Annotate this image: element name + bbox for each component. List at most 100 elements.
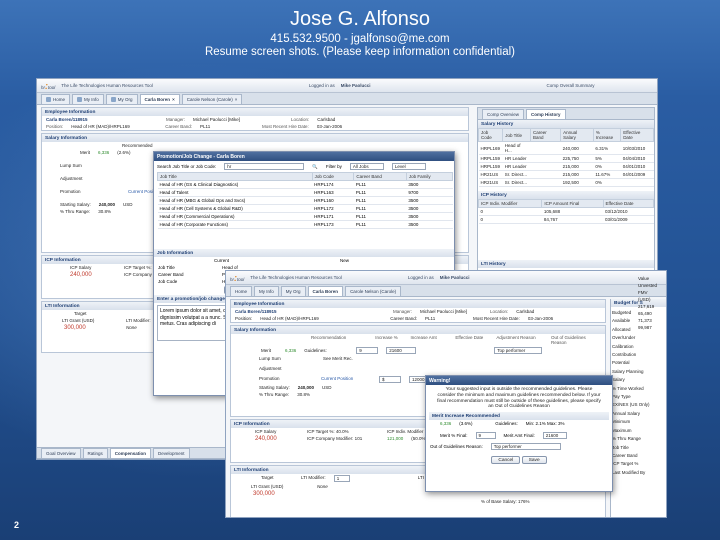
side-panel-item: Minimum (612, 419, 631, 425)
column-header[interactable]: % Increase (592, 128, 622, 142)
position-label: Position: (235, 316, 253, 321)
job-result-row[interactable]: Head of HR (MBG & Global Ops and Svcs) HR… (157, 196, 453, 205)
job-result-row[interactable]: Head of Talent HRPL163 PL11 9700 (157, 188, 453, 197)
employee-name-id: Carla Boren/118915 (46, 117, 88, 122)
table-cell: PL11 (353, 220, 407, 229)
tab-carole-nelson[interactable]: Carole Nelson (Carole) (345, 286, 402, 296)
manager-value: Michael Paolucci [Mike] (193, 117, 241, 122)
icp-history-row[interactable]: 0 105,688 03/12/2010 (478, 207, 654, 216)
column-header[interactable]: Effective Date (620, 128, 654, 142)
merit-final-input[interactable]: 9 (475, 432, 496, 440)
table-cell: HR21US (478, 178, 503, 187)
warning-message: Your suggested input is outside the reco… (437, 387, 601, 410)
lti-modifier-input[interactable]: 1 (333, 475, 350, 482)
lti-grant-value: 300,000 (253, 491, 275, 497)
table-cell: PL11 (353, 188, 407, 197)
column-header[interactable]: Job Title (502, 128, 531, 142)
tab-home[interactable]: Home (230, 286, 253, 296)
table-cell: Head of HR (Commercial Operations) (157, 212, 313, 221)
column-header[interactable]: ICP Amount Final (541, 199, 604, 208)
lump-sum-label: Lump Sum (60, 163, 82, 168)
close-icon[interactable]: × (235, 97, 238, 102)
table-cell: 04/01/2010 (620, 162, 654, 171)
thru-range-value: 30.8% (297, 392, 310, 397)
tab-development[interactable]: Development (153, 448, 190, 458)
career-band-label: Career Band (158, 272, 184, 277)
job-result-row[interactable]: Head of HR (GS & Clinical Diagnostics) HR… (157, 180, 453, 189)
table-cell: Head of HR (Corporate Functions) (157, 220, 313, 229)
tab-carla-boren[interactable]: Carla Boren (307, 286, 344, 296)
salary-history-row[interactable]: HR21US Sr. Direct... 215,000 11.67% 04/01/20… (478, 170, 654, 179)
new-col: New (340, 258, 350, 263)
comp-summary-link[interactable]: Comp Overall Summary (546, 83, 594, 88)
table-cell: 03/01/2009 (603, 215, 654, 224)
all-jobs-select[interactable]: All Jobs (349, 163, 384, 170)
tab-carla-boren[interactable]: Carla Boren × (139, 94, 180, 104)
reason-select[interactable]: Top performer (490, 443, 561, 451)
cancel-button[interactable]: Cancel (491, 456, 521, 465)
save-button[interactable]: Save (521, 456, 547, 465)
merit-pct-input[interactable]: 9 (356, 347, 379, 354)
job-results-table: Job Title Job Code Career Band Job Family He… (157, 172, 454, 229)
tab-my-info[interactable]: My Info (254, 286, 279, 296)
table-cell: HRPL173 (312, 220, 354, 229)
column-header[interactable]: Career Band (529, 128, 562, 142)
search-icon[interactable]: 🔍 (312, 164, 318, 170)
merit-amt-input[interactable]: 21600 (386, 347, 417, 354)
see-merit-link[interactable]: See Merit Rec. (323, 356, 353, 361)
column-header[interactable]: Effective Date (602, 199, 655, 208)
salary-history-row[interactable]: HRPL159 HR Leader 215,000 0% 04/01/2010 (478, 162, 654, 171)
table-cell: PL11 (353, 204, 407, 213)
table-cell: 215,000 (560, 162, 594, 171)
tab-home[interactable]: Home (41, 94, 71, 104)
tab-goal-overview[interactable]: Goal Overview (41, 448, 81, 458)
job-result-row[interactable]: Head of HR (Commercial Operations) HRPL17… (157, 212, 453, 221)
section-title: Employee Information (42, 108, 468, 116)
job-result-row[interactable]: Head of HR (Corporate Functions) HRPL173 P… (157, 220, 453, 229)
tab-ratings[interactable]: Ratings (82, 448, 108, 458)
increase-amt-col: Increase Amt (410, 335, 437, 340)
table-cell: 0 (478, 207, 542, 216)
tab-my-org[interactable]: My Org (105, 94, 138, 104)
column-header[interactable]: Job Family (405, 172, 454, 181)
icp-target-label: ICP Target %: (124, 265, 152, 270)
salary-history-row[interactable]: HRPL159 HR Leader 225,750 5% 04/04/2010 (478, 154, 654, 163)
salary-history-row[interactable]: HR21US Sr. Direct... 192,500 0% (478, 178, 654, 187)
job-result-row[interactable]: Head of HR (Cell Systems & Global R&D) HR… (157, 204, 453, 213)
current-position-link[interactable]: Current Position (321, 376, 371, 383)
table-cell: 215,000 (560, 170, 594, 179)
location-label: Location: (490, 309, 509, 314)
merit-amt-final-input[interactable]: 21600 (542, 432, 567, 440)
out-of-guidelines-select[interactable]: Top performer (494, 347, 543, 354)
adjustment-reason-col: Adjustment Reason (496, 335, 536, 340)
tab-comp-history[interactable]: Comp History (526, 109, 566, 119)
table-cell: 3500 (406, 220, 453, 229)
column-header[interactable]: Annual Salary (560, 128, 594, 142)
table-cell: Head of HR (Cell Systems & Global R&D) (157, 204, 313, 213)
tab-carole-nelson[interactable]: Carole Nelson (Carole) × (181, 94, 243, 104)
tab-comp-overview[interactable]: Comp Overview (482, 109, 525, 119)
side-panel-item: EX/NEX (US Only) (612, 402, 650, 408)
icp-final-value: 121,000 (387, 436, 404, 441)
close-icon[interactable]: × (172, 97, 175, 102)
table-cell: HRPL160 (312, 196, 354, 205)
tab-my-info[interactable]: My Info (72, 94, 104, 104)
job-search-input[interactable]: hr (224, 163, 305, 170)
side-panel-item: Salary Planning (612, 368, 644, 374)
column-header[interactable]: Career Band (353, 172, 407, 181)
column-header[interactable]: Job Title (157, 172, 313, 181)
table-cell: Head of HR (GS & Clinical Diagnostics) (157, 180, 313, 189)
promotion-label: Promotion (60, 189, 81, 194)
icp-history-row[interactable]: 0 84,767 03/01/2009 (478, 215, 654, 224)
column-header[interactable]: Job Code (477, 128, 504, 142)
merit-value: 6,336 (98, 150, 110, 155)
salary-history-row[interactable]: HRPL169 Head of H... 240,000 6.31% 10/03/201… (478, 141, 654, 155)
table-cell: HRPL171 (312, 212, 354, 221)
tab-my-org[interactable]: My Org (280, 286, 306, 296)
table-cell: 84,767 (541, 215, 604, 224)
column-header[interactable]: Job Code (311, 172, 355, 181)
side-panel-item: Annual Salary (612, 410, 641, 416)
column-header[interactable]: ICP Indiv. Modifier (477, 199, 543, 208)
level-select[interactable]: Level (391, 163, 426, 170)
tab-compensation[interactable]: Compensation (109, 448, 152, 458)
